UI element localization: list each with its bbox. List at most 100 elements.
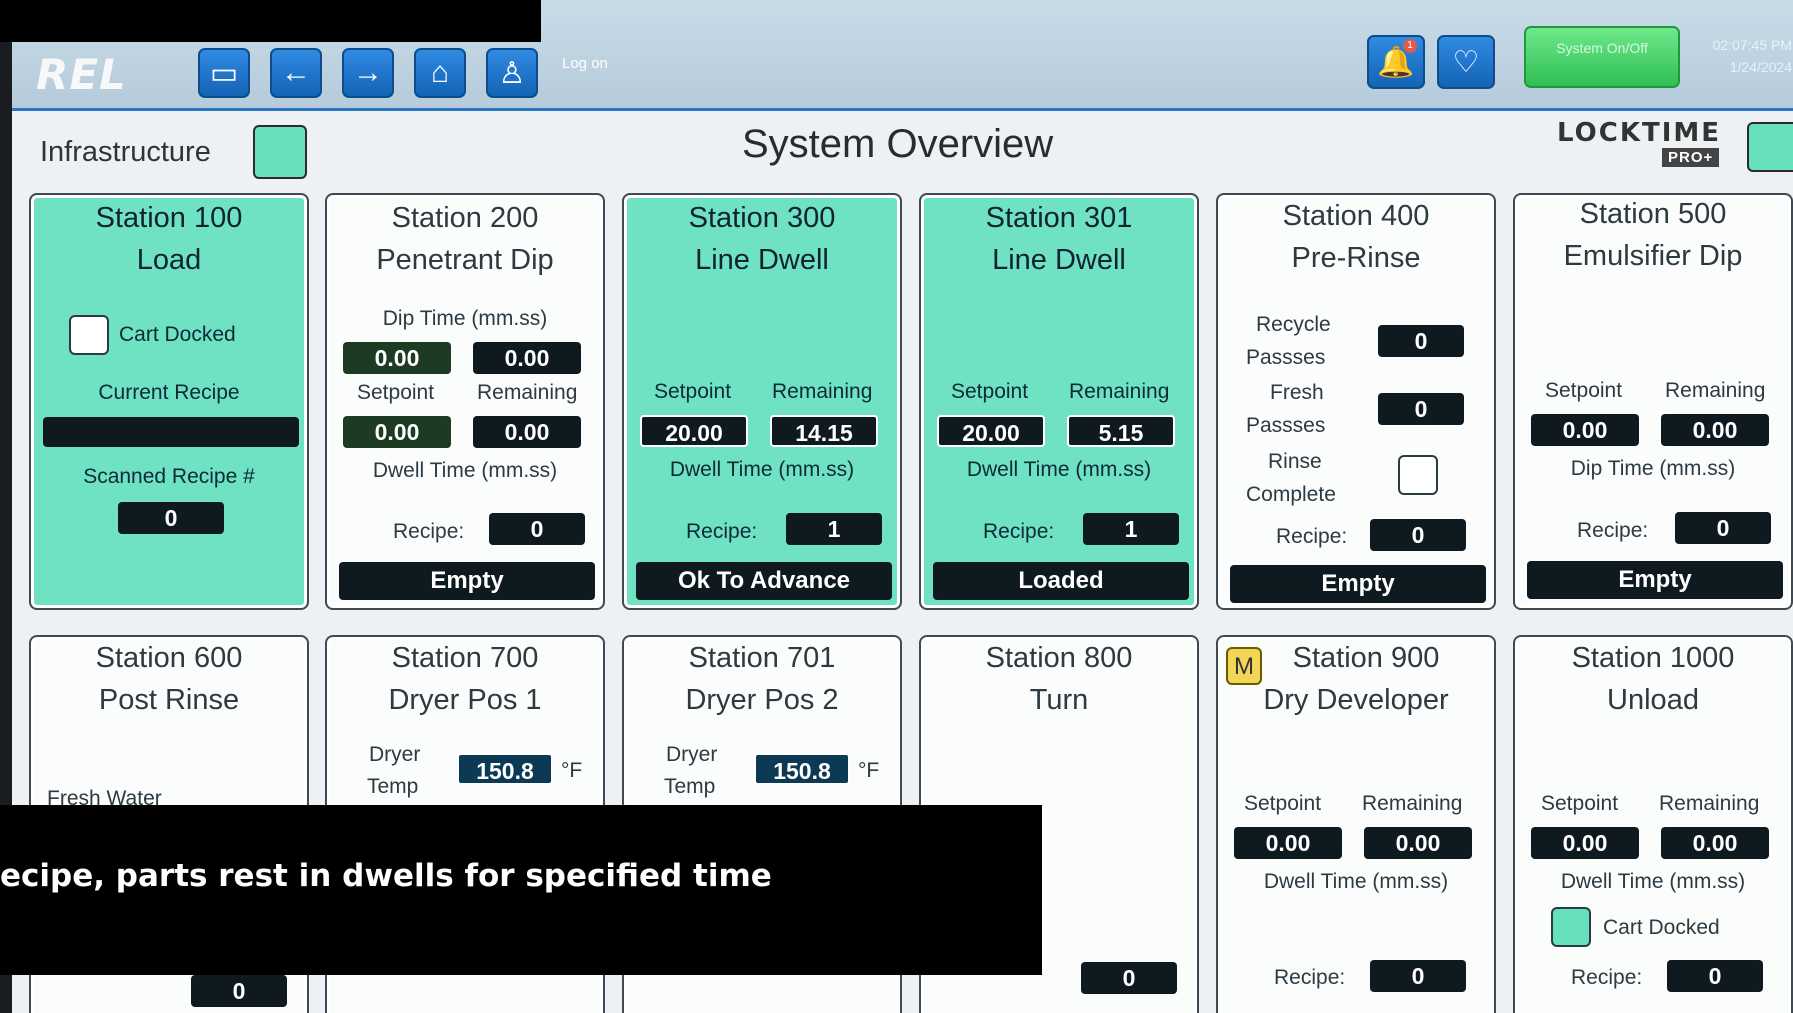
- setpoint-label: Setpoint: [1541, 792, 1619, 815]
- back-arrow-icon[interactable]: ←: [270, 48, 322, 98]
- station-900-card[interactable]: M Station 900 Dry Developer Setpoint Rem…: [1216, 635, 1496, 1013]
- rel-logo: REL: [36, 50, 127, 99]
- setpoint-value: 0.00: [1234, 827, 1342, 859]
- dwell-time-label: Dwell Time (mm.ss): [669, 458, 855, 481]
- station-desc: Post Rinse: [98, 684, 240, 716]
- forward-arrow-icon[interactable]: →: [342, 48, 394, 98]
- status-badge: Loaded: [933, 562, 1189, 600]
- station-name: Station 800: [985, 642, 1133, 674]
- station-name: Station 701: [688, 642, 836, 674]
- dryer-label: Dryer: [666, 743, 718, 766]
- recipe-value: 0: [1081, 962, 1177, 994]
- remaining-value: 0.00: [1364, 827, 1472, 859]
- station-300-card[interactable]: Station 300 Line Dwell Setpoint Remainin…: [622, 193, 902, 610]
- status-badge: Empty: [1230, 565, 1486, 603]
- remaining-value: 0.00: [1661, 827, 1769, 859]
- station-301-card[interactable]: Station 301 Line Dwell Setpoint Remainin…: [919, 193, 1199, 610]
- dwell-time-label: Dwell Time (mm.ss): [1560, 870, 1746, 893]
- recycle-label: Recycle: [1256, 313, 1331, 336]
- scanned-recipe-label: Scanned Recipe #: [83, 465, 255, 488]
- station-name: Station 100: [95, 202, 243, 234]
- recipe-value: 1: [786, 513, 882, 545]
- remaining-label: Remaining: [1659, 792, 1760, 815]
- setpoint-label: Setpoint: [357, 381, 435, 404]
- station-500-card[interactable]: Station 500 Emulsifier Dip Setpoint Rema…: [1513, 193, 1793, 610]
- station-name: Station 400: [1282, 200, 1430, 232]
- station-desc: Penetrant Dip: [376, 244, 554, 276]
- alarm-bell-icon[interactable]: 🔔 1: [1367, 35, 1425, 89]
- station-desc: Load: [136, 244, 202, 276]
- locktime-logo: LOCKTIME: [1557, 118, 1722, 148]
- temp-label: Temp: [367, 775, 419, 798]
- rinse-complete-checkbox[interactable]: [1398, 455, 1438, 495]
- system-onoff-button[interactable]: System On/Off: [1524, 26, 1680, 88]
- station-200-card[interactable]: Station 200 Penetrant Dip Dip Time (mm.s…: [325, 193, 605, 610]
- station-name: Station 1000: [1571, 642, 1735, 674]
- logon-link[interactable]: Log on: [562, 55, 608, 72]
- cart-docked-checkbox[interactable]: [1551, 907, 1591, 947]
- setpoint-value: 20.00: [640, 415, 748, 447]
- recipe-label: Recipe:: [1577, 519, 1649, 542]
- setpoint-value: 20.00: [937, 415, 1045, 447]
- locktime-pro-badge: PRO+: [1662, 148, 1720, 167]
- fresh-passes-value: 0: [1378, 393, 1464, 425]
- setpoint-label: Setpoint: [1545, 379, 1623, 402]
- station-name: Station 200: [391, 202, 539, 234]
- setpoint-value: 0.00: [343, 416, 451, 448]
- dip-time-value-2: 0.00: [473, 342, 581, 374]
- setpoint-value: 0.00: [1531, 827, 1639, 859]
- dwell-time-label: Dwell Time (mm.ss): [966, 458, 1152, 481]
- setpoint-label: Setpoint: [654, 380, 732, 403]
- setpoint-label: Setpoint: [951, 380, 1029, 403]
- recipe-label: Recipe:: [686, 520, 758, 543]
- clock: 02:07:45 PM 1/24/2024: [1692, 34, 1792, 78]
- station-desc: Dry Developer: [1263, 684, 1449, 716]
- alarm-count-badge: 1: [1403, 39, 1417, 53]
- station-100-card[interactable]: Station 100 Load Cart Docked Current Rec…: [29, 193, 309, 610]
- station-1000-card[interactable]: Station 1000 Unload Setpoint Remaining 0…: [1513, 635, 1793, 1013]
- dryer-label: Dryer: [369, 743, 421, 766]
- infrastructure-button[interactable]: [253, 125, 307, 179]
- setpoint-value: 0.00: [1531, 414, 1639, 446]
- current-recipe-display: [43, 417, 299, 447]
- locktime-button[interactable]: [1747, 122, 1793, 172]
- current-recipe-label: Current Recipe: [98, 381, 240, 404]
- cart-docked-label: Cart Docked: [1603, 916, 1720, 939]
- recipe-value: 0: [1675, 512, 1771, 544]
- station-desc: Emulsifier Dip: [1563, 240, 1743, 272]
- recycle-passes-value: 0: [1378, 325, 1464, 357]
- remaining-label: Remaining: [772, 380, 873, 403]
- station-desc: Pre-Rinse: [1291, 242, 1421, 274]
- remaining-value: 0.00: [473, 416, 581, 448]
- recipe-value: 0: [1370, 519, 1466, 551]
- fresh-passses-label: Passses: [1246, 414, 1326, 437]
- deg-f-label: °F: [561, 759, 583, 782]
- station-desc: Turn: [1029, 684, 1089, 716]
- temp-label: Temp: [664, 775, 716, 798]
- time-display: 02:07:45 PM: [1712, 37, 1792, 53]
- station-400-card[interactable]: Station 400 Pre-Rinse Recycle Passses 0 …: [1216, 193, 1496, 610]
- remaining-label: Remaining: [1069, 380, 1170, 403]
- complete-label: Complete: [1246, 483, 1336, 506]
- dip-time-label: Dip Time (mm.ss): [382, 307, 548, 330]
- infrastructure-label: Infrastructure: [40, 136, 211, 168]
- user-icon[interactable]: ♙: [486, 48, 538, 98]
- dwell-time-label: Dwell Time (mm.ss): [1263, 870, 1449, 893]
- station-name: Station 300: [688, 202, 836, 234]
- recipe-value: 0: [1667, 960, 1763, 992]
- home-icon[interactable]: ⌂: [414, 48, 466, 98]
- recipe-value: 1: [1083, 513, 1179, 545]
- screen-icon[interactable]: ▭: [198, 48, 250, 98]
- deg-f-label: °F: [858, 759, 880, 782]
- caption-text: ecipe, parts rest in dwells for specifie…: [0, 858, 772, 894]
- recipe-value: 0: [191, 975, 287, 1007]
- cart-docked-checkbox[interactable]: [69, 315, 109, 355]
- recipe-label: Recipe:: [983, 520, 1055, 543]
- recipe-label: Recipe:: [1571, 966, 1643, 989]
- scanned-recipe-value: 0: [118, 502, 224, 534]
- station-desc: Line Dwell: [992, 244, 1126, 276]
- heart-monitor-icon[interactable]: ♡: [1437, 35, 1495, 89]
- dwell-time-label: Dwell Time (mm.ss): [372, 459, 558, 482]
- remaining-label: Remaining: [1665, 379, 1766, 402]
- station-desc: Dryer Pos 1: [388, 684, 542, 716]
